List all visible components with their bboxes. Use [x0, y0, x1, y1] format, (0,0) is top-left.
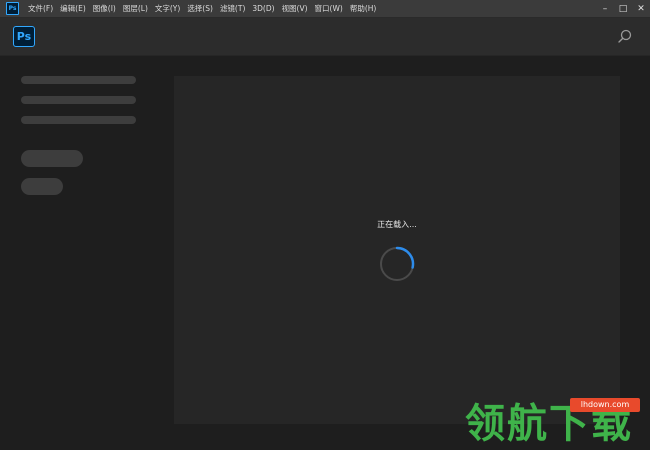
minimize-button[interactable]: –	[596, 0, 614, 17]
main-content: 正在载入...	[174, 76, 620, 424]
photoshop-logo: Ps	[13, 26, 35, 47]
close-button[interactable]: ✕	[632, 0, 650, 17]
home-header: Ps	[0, 18, 650, 56]
window-controls: – □ ✕	[596, 0, 650, 17]
menu-type[interactable]: 文字(Y)	[152, 3, 184, 14]
left-panel	[0, 56, 160, 450]
menu-select[interactable]: 选择(S)	[184, 3, 217, 14]
skeleton-line	[21, 76, 136, 84]
loading-spinner-icon	[380, 246, 415, 281]
maximize-button[interactable]: □	[614, 0, 632, 17]
menu-3d[interactable]: 3D(D)	[249, 4, 278, 13]
skeleton-line	[21, 96, 136, 104]
menu-bar: Ps 文件(F) 编辑(E) 图像(I) 图层(L) 文字(Y) 选择(S) 滤…	[0, 0, 650, 18]
skeleton-line	[21, 116, 136, 124]
photoshop-icon[interactable]: Ps	[6, 2, 19, 15]
search-icon[interactable]	[618, 29, 632, 43]
menu-edit[interactable]: 编辑(E)	[57, 3, 90, 14]
menu-help[interactable]: 帮助(H)	[347, 3, 381, 14]
skeleton-button	[21, 178, 63, 195]
menu-filter[interactable]: 滤镜(T)	[217, 3, 249, 14]
watermark-url: lhdown.com	[570, 398, 640, 412]
menu-file[interactable]: 文件(F)	[25, 3, 57, 14]
skeleton-button	[21, 150, 83, 167]
menu-view[interactable]: 视图(V)	[279, 3, 312, 14]
menu-window[interactable]: 窗口(W)	[312, 3, 347, 14]
menu-layer[interactable]: 图层(L)	[120, 3, 152, 14]
loading-label: 正在载入...	[377, 220, 417, 229]
menu-image[interactable]: 图像(I)	[90, 3, 120, 14]
